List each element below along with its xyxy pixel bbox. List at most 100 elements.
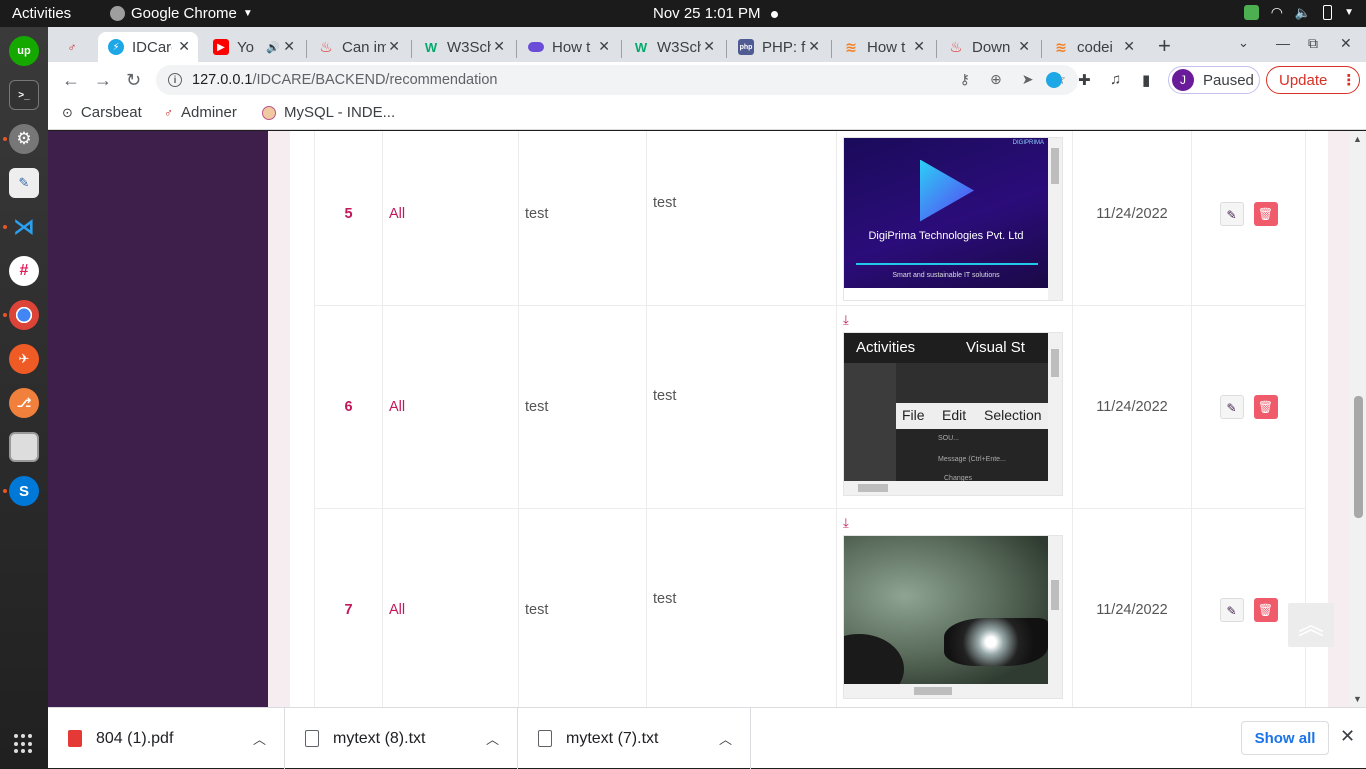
chevron-up-icon[interactable]: ︿: [719, 729, 732, 748]
activities-button[interactable]: Activities: [12, 5, 71, 22]
profile-button[interactable]: J Paused: [1168, 66, 1260, 94]
close-tab-icon[interactable]: ✕: [913, 38, 925, 55]
address-bar[interactable]: i 127.0.0.1/IDCARE/BACKEND/recommendatio…: [156, 65, 1078, 95]
power-menu-icon[interactable]: ▼: [1344, 7, 1354, 18]
media-control-icon[interactable]: ♫: [1110, 71, 1121, 88]
car-headlight: [944, 618, 1048, 666]
minimize-button[interactable]: —: [1276, 35, 1290, 51]
image-frame[interactable]: Activities Visual St File Edit Selection…: [843, 332, 1063, 496]
update-shield-icon[interactable]: [1243, 5, 1259, 20]
system-tray[interactable]: ◠ 🔈 ▼: [1243, 4, 1354, 21]
close-tab-icon[interactable]: ✕: [283, 38, 295, 55]
edit-button[interactable]: ✎: [1219, 201, 1244, 226]
side-panel-icon[interactable]: ▮: [1142, 71, 1150, 89]
close-tab-icon[interactable]: ✕: [493, 38, 505, 55]
description-text: test: [653, 194, 677, 211]
tab-how-to-1[interactable]: How t ✕: [518, 32, 618, 62]
delete-button[interactable]: 🗑: [1253, 395, 1278, 419]
close-tab-icon[interactable]: ✕: [598, 38, 610, 55]
scrollbar-thumb[interactable]: [1354, 396, 1363, 518]
chevron-up-icon[interactable]: ︿: [486, 729, 499, 748]
tab-php[interactable]: php PHP: f ✕: [728, 32, 828, 62]
tab-adminer[interactable]: ♂: [54, 32, 94, 62]
download-icon[interactable]: ⤓: [843, 312, 849, 328]
page-scrollbar[interactable]: ▲ ▼: [1350, 131, 1366, 707]
tab-w3schools-2[interactable]: W W3Sch ✕: [623, 32, 723, 62]
show-applications-icon[interactable]: [14, 734, 34, 754]
close-shelf-icon[interactable]: ✕: [1340, 726, 1355, 747]
delete-button[interactable]: 🗑: [1253, 598, 1278, 622]
maximize-button[interactable]: ⧉: [1308, 35, 1318, 52]
image-vertical-scrollbar[interactable]: [1048, 536, 1062, 698]
tab-down[interactable]: ♨ Down ✕: [938, 32, 1038, 62]
reload-button[interactable]: ↻: [126, 70, 141, 91]
bookmark-adminer[interactable]: ♂ Adminer: [164, 104, 237, 121]
close-tab-icon[interactable]: ✕: [808, 38, 820, 55]
image-frame[interactable]: [843, 535, 1063, 699]
bookmark-mysql[interactable]: MySQL - INDE...: [262, 104, 395, 121]
files-icon[interactable]: [9, 432, 39, 462]
vscode-icon[interactable]: ⋊: [9, 212, 39, 242]
close-tab-icon[interactable]: ✕: [178, 38, 190, 55]
site-info-icon[interactable]: i: [168, 73, 182, 87]
scroll-to-top-button[interactable]: ︽: [1288, 603, 1334, 647]
scroll-down-arrow-icon[interactable]: ▼: [1353, 694, 1362, 704]
skype-icon[interactable]: S: [9, 476, 39, 506]
key-icon[interactable]: ⚷: [960, 71, 970, 88]
clock[interactable]: Nov 25 1:01 PM: [653, 5, 778, 22]
close-tab-icon[interactable]: ✕: [1018, 38, 1030, 55]
screenshot-dock: [844, 363, 896, 483]
battery-icon[interactable]: [1323, 5, 1333, 20]
scroll-up-arrow-icon[interactable]: ▲: [1353, 134, 1362, 144]
update-button[interactable]: Update ⋮: [1266, 66, 1360, 94]
upwork-icon[interactable]: up: [9, 36, 39, 66]
edit-button[interactable]: ✎: [1219, 395, 1244, 419]
tab-idcare[interactable]: ⚡ IDCare ✕: [98, 32, 198, 62]
close-tab-icon[interactable]: ✕: [388, 38, 400, 55]
tab-how-to-2[interactable]: ≋ How t ✕: [833, 32, 933, 62]
wifi-icon[interactable]: ◠: [1271, 4, 1283, 21]
download-item[interactable]: 804 (1).pdf ︿: [48, 708, 285, 769]
volume-icon[interactable]: 🔈: [1295, 5, 1311, 21]
tab-youtube[interactable]: ▶ Yo 🔊 ✕: [203, 32, 303, 62]
image-frame[interactable]: DIGIPRIMA DigiPrima Technologies Pvt. Lt…: [843, 136, 1063, 301]
download-item[interactable]: mytext (8).txt ︿: [285, 708, 518, 769]
delete-button[interactable]: 🗑: [1253, 201, 1278, 226]
new-tab-button[interactable]: +: [1158, 33, 1171, 59]
postman-icon[interactable]: ✈: [9, 344, 39, 374]
speaker-icon[interactable]: 🔊: [266, 41, 280, 54]
tab-can-im[interactable]: ♨ Can im ✕: [308, 32, 408, 62]
extensions-puzzle-icon[interactable]: ✚: [1078, 71, 1091, 89]
slack-icon[interactable]: #: [9, 256, 39, 286]
kebab-menu-icon[interactable]: ⋮: [1341, 71, 1356, 89]
bookmark-carsbeat[interactable]: ⊙ Carsbeat: [62, 104, 142, 121]
tab-search-chevron-icon[interactable]: ⌄: [1238, 35, 1249, 51]
settings-icon[interactable]: ⚙: [9, 124, 39, 154]
tab-w3schools-1[interactable]: W W3Sch ✕: [413, 32, 513, 62]
close-tab-icon[interactable]: ✕: [1123, 38, 1135, 55]
image-vertical-scrollbar[interactable]: [1048, 333, 1062, 495]
show-all-button[interactable]: Show all: [1241, 721, 1329, 755]
image-vertical-scrollbar[interactable]: [1048, 137, 1062, 300]
text-editor-icon[interactable]: ✎: [9, 168, 39, 198]
send-icon[interactable]: ➤: [1022, 71, 1034, 88]
image-horizontal-scrollbar[interactable]: [844, 481, 1062, 495]
app-menu[interactable]: Google Chrome ▼: [110, 5, 253, 22]
edit-button[interactable]: ✎: [1219, 598, 1244, 622]
image-horizontal-scrollbar[interactable]: [844, 684, 1062, 698]
terminal-icon[interactable]: >_: [9, 80, 39, 110]
tab-codeigniter[interactable]: ≋ codei ✕: [1043, 32, 1143, 62]
download-item[interactable]: mytext (7).txt ︿: [518, 708, 751, 769]
back-button[interactable]: ←: [62, 70, 80, 91]
chrome-icon[interactable]: [9, 300, 39, 330]
close-window-button[interactable]: ✕: [1340, 35, 1352, 52]
tab-title: W3Sch: [657, 38, 701, 56]
chevron-up-icon[interactable]: ︿: [253, 729, 266, 748]
git-icon[interactable]: ⎇: [9, 388, 39, 418]
close-tab-icon[interactable]: ✕: [703, 38, 715, 55]
row-image: ⤓ Activities Visual St File Edit Selecti…: [836, 305, 1073, 509]
forward-button[interactable]: →: [94, 70, 112, 91]
extension-globe-icon[interactable]: [1046, 72, 1062, 88]
download-icon[interactable]: ⤓: [843, 515, 849, 531]
zoom-icon[interactable]: ⊕: [990, 71, 1002, 88]
